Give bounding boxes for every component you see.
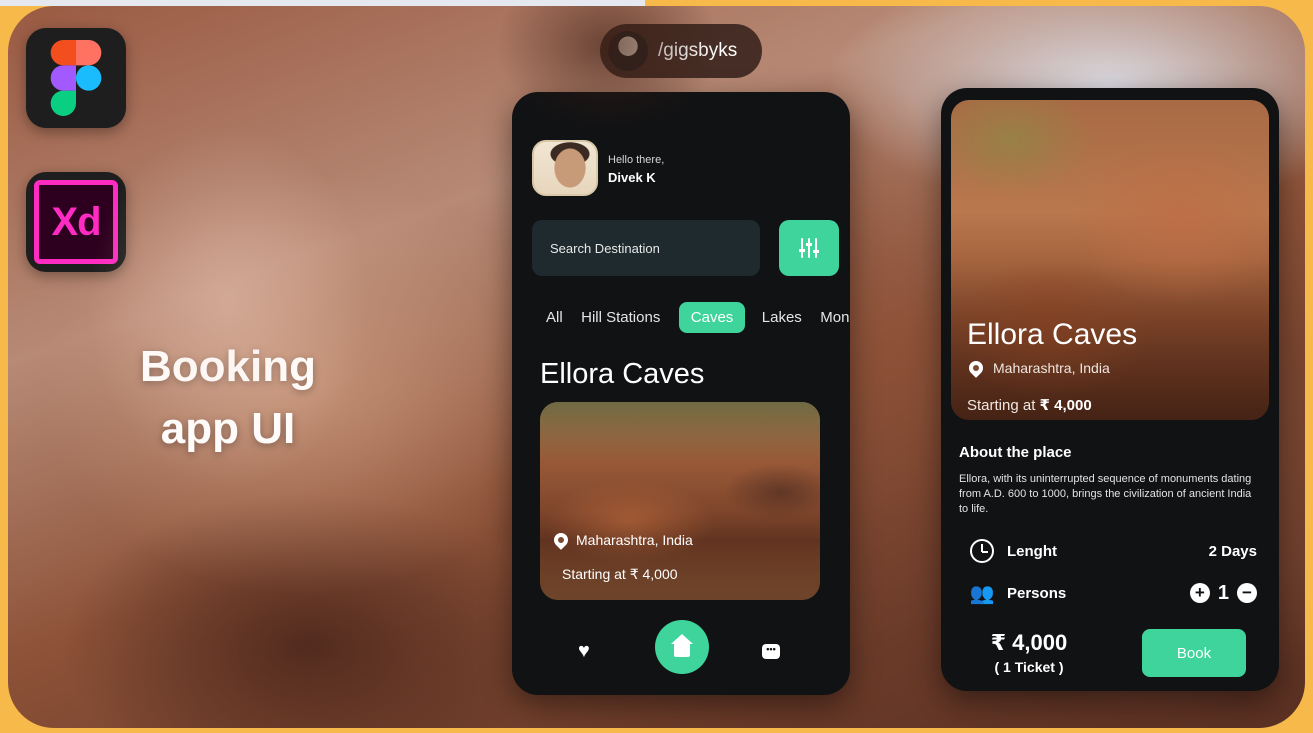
adobe-xd-app-icon: Xd <box>26 172 126 272</box>
detail-title: Ellora Caves <box>967 318 1138 351</box>
about-text: Ellora, with its uninterrupted sequence … <box>959 473 1252 515</box>
ticket-count: ( 1 Ticket ) <box>994 659 1064 675</box>
handle-text: /gigsbyks <box>658 40 738 61</box>
home-screen-phone: Hello there, Divek K Search Destination … <box>512 92 850 695</box>
card-price: Starting at ₹ 4,000 <box>562 566 678 582</box>
hero-image: Ellora Caves Maharashtra, India Starting… <box>951 100 1269 420</box>
location-pin-icon <box>966 358 986 378</box>
tab-monuments[interactable]: Monuments <box>814 302 850 333</box>
persons-count: 1 <box>1217 581 1229 604</box>
price-prefix: Starting at <box>967 397 1036 414</box>
detail-location: Maharashtra, India <box>966 358 1110 378</box>
search-input[interactable]: Search Destination <box>532 220 760 276</box>
heart-icon[interactable]: ♥ <box>578 640 590 663</box>
detail-location-text: Maharashtra, India <box>993 360 1110 376</box>
tab-lakes[interactable]: Lakes <box>756 302 808 333</box>
persons-row: 👥 Persons + 1 − <box>969 578 1257 608</box>
people-icon: 👥 <box>969 582 995 605</box>
price-value: ₹ 4,000 <box>1039 397 1092 414</box>
decrement-button[interactable]: − <box>1237 583 1257 603</box>
home-nav-button[interactable] <box>655 620 709 674</box>
figma-app-icon <box>26 28 126 128</box>
creator-handle: /gigsbyks <box>600 24 762 78</box>
xd-logo: Xd <box>34 180 118 264</box>
total-price: ₹ 4,000 <box>990 630 1068 655</box>
detail-screen-phone: Ellora Caves Maharashtra, India Starting… <box>941 88 1279 691</box>
headline-line2: app UI <box>160 404 296 453</box>
clock-icon <box>970 539 994 563</box>
about-heading: About the place <box>959 444 1072 461</box>
detail-starting-price: Starting at ₹ 4,000 <box>967 396 1092 414</box>
increment-button[interactable]: + <box>1189 583 1210 603</box>
greeting-text: Hello there, <box>608 154 665 166</box>
tab-all[interactable]: All <box>540 302 569 333</box>
section-title: Ellora Caves <box>540 358 705 390</box>
length-row: Lenght 2 Days <box>969 536 1257 566</box>
persons-label: Persons <box>1007 584 1067 602</box>
headline: Booking app UI <box>108 336 348 460</box>
card-location: Maharashtra, India <box>551 530 693 550</box>
card-location-text: Maharashtra, India <box>576 532 693 548</box>
book-button[interactable]: Book <box>1142 629 1246 677</box>
home-icon <box>671 634 693 657</box>
location-pin-icon <box>551 530 571 550</box>
user-avatar[interactable] <box>532 140 598 196</box>
chat-icon[interactable]: ••• <box>762 644 780 659</box>
figma-icon <box>50 40 102 116</box>
category-tabs: All Hill Stations Caves Lakes Monuments <box>540 302 850 336</box>
persons-stepper: + 1 − <box>1189 581 1257 605</box>
background-frame: Xd Booking app UI /gigsbyks Hello there,… <box>8 6 1305 728</box>
tab-hill-stations[interactable]: Hill Stations <box>575 302 666 333</box>
user-name: Divek K <box>608 170 656 185</box>
length-value: 2 Days <box>1208 542 1257 560</box>
destination-card[interactable]: Maharashtra, India Starting at ₹ 4,000 <box>540 402 820 600</box>
headline-line1: Booking <box>140 342 316 391</box>
sliders-icon <box>799 238 819 258</box>
filter-button[interactable] <box>779 220 839 276</box>
length-label: Lenght <box>1007 542 1057 560</box>
creator-avatar <box>608 31 648 71</box>
tab-caves[interactable]: Caves <box>678 302 746 333</box>
search-placeholder: Search Destination <box>550 240 660 256</box>
